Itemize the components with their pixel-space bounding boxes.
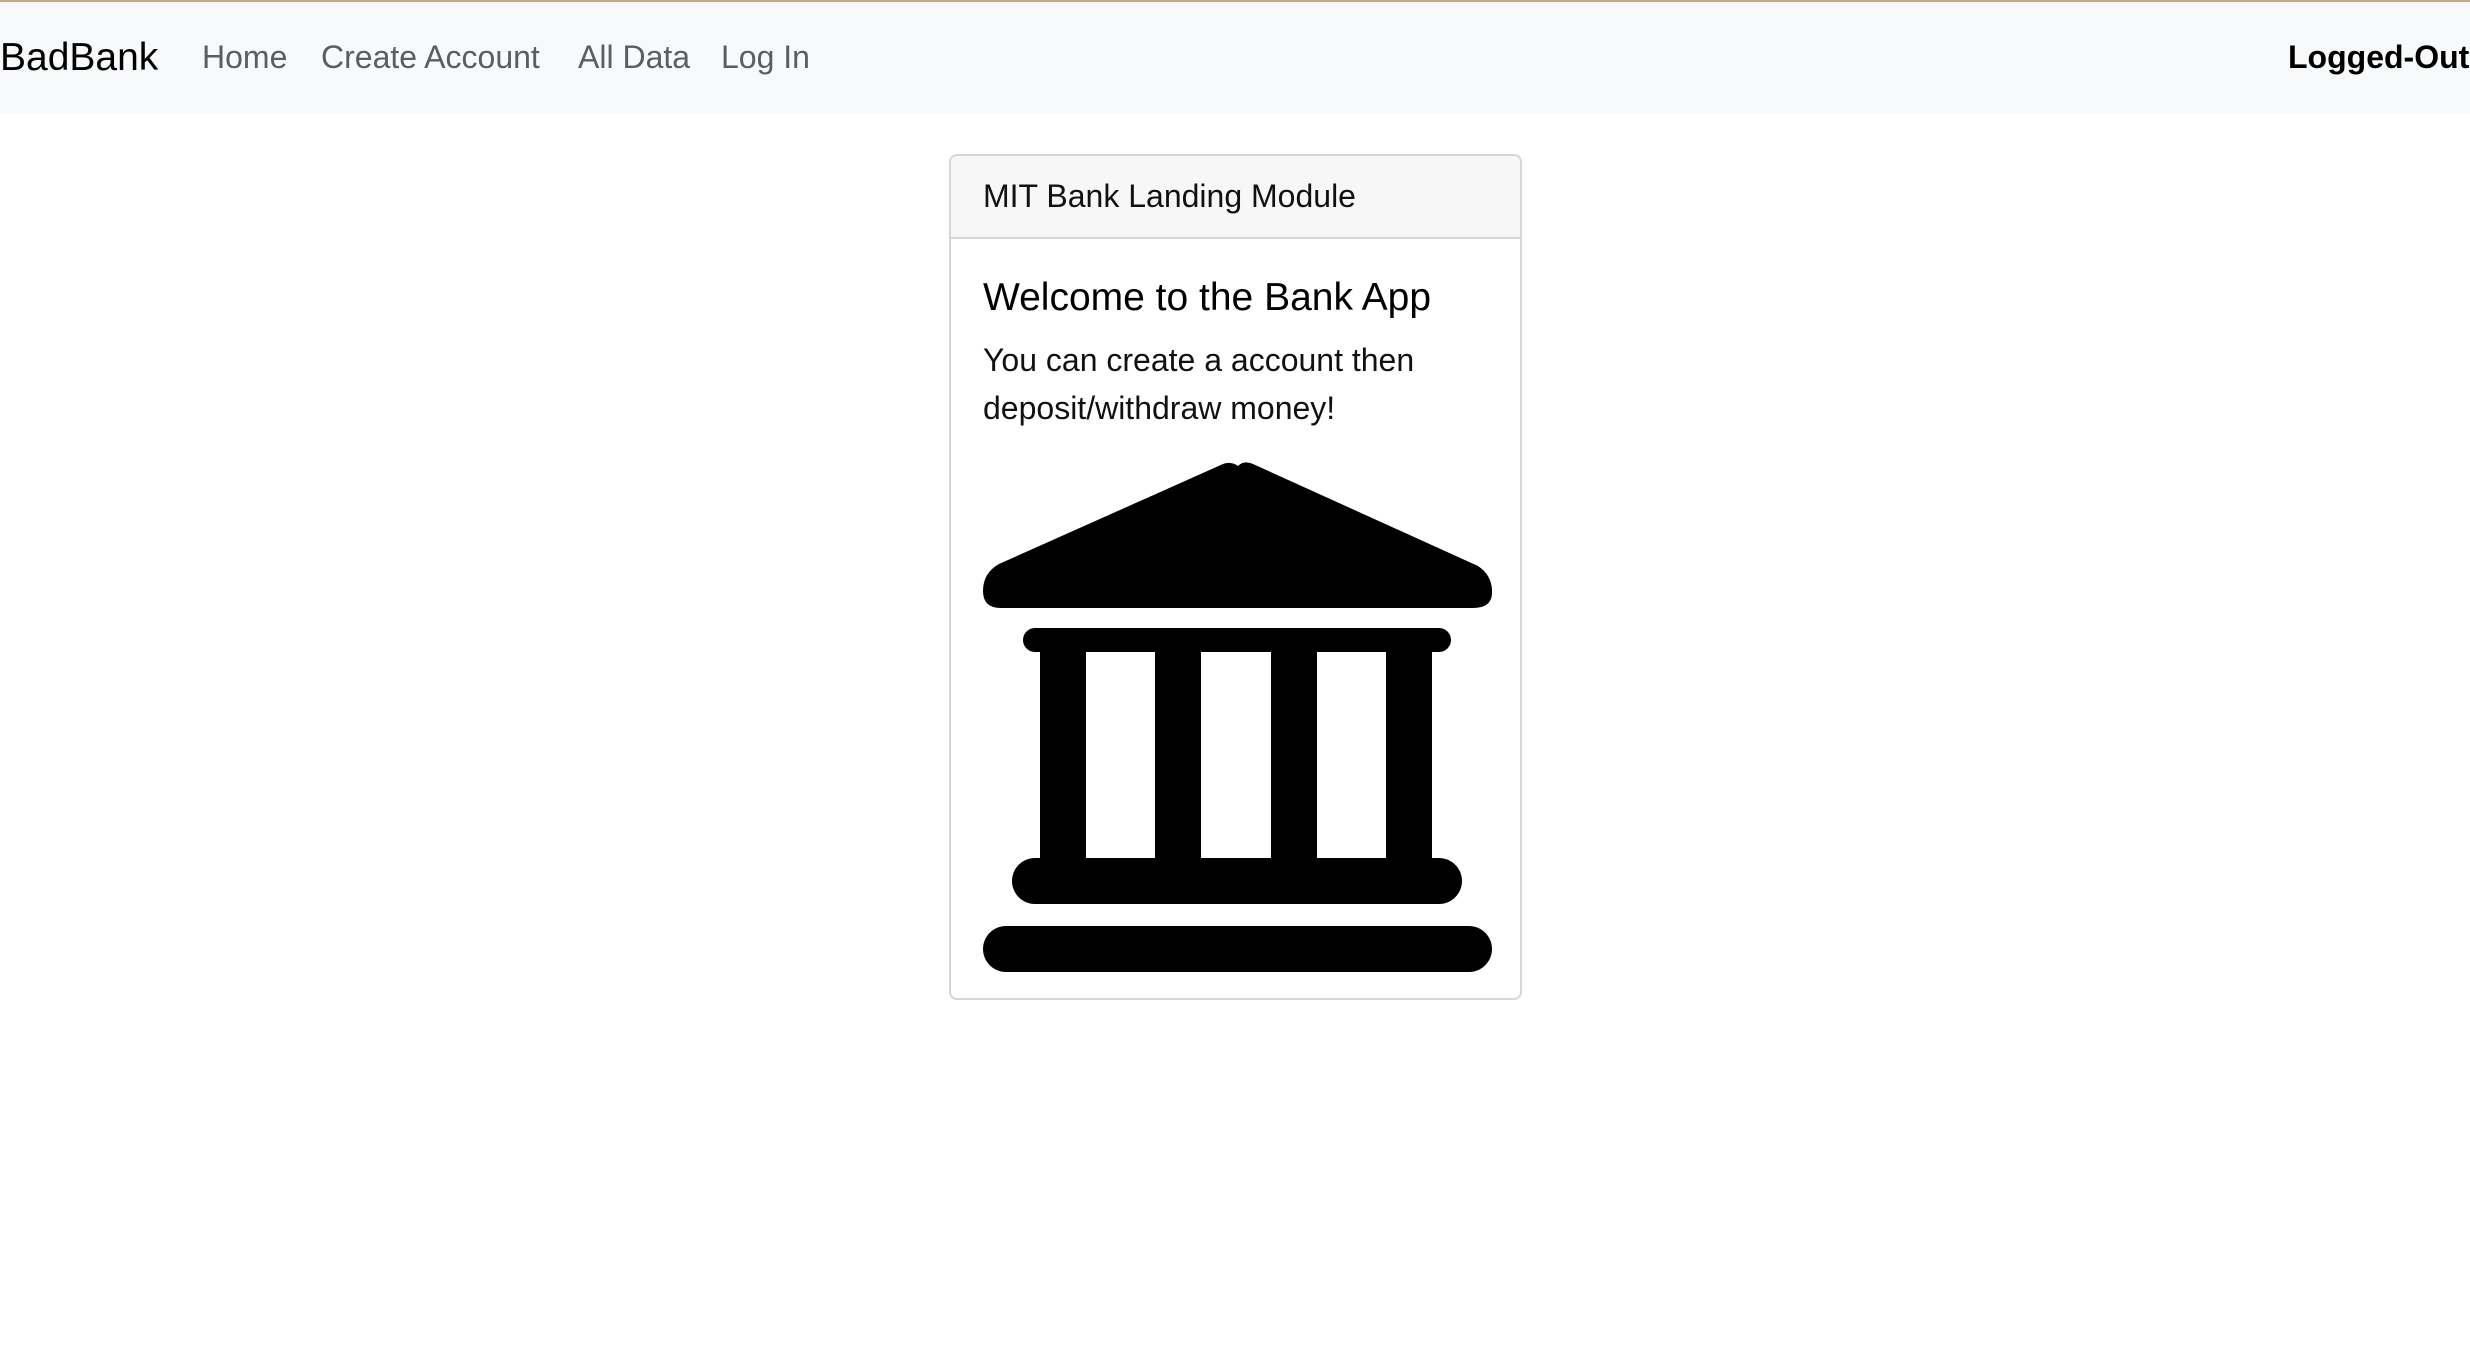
card-text: You can create a account then deposit/wi… bbox=[983, 341, 1415, 426]
brand-link[interactable]: BadBank bbox=[0, 2, 158, 113]
bank-building-icon bbox=[983, 462, 1492, 972]
card-title: Welcome to the Bank App bbox=[983, 276, 1432, 319]
nav-create-account[interactable]: Create Account bbox=[321, 2, 540, 113]
nav-log-in[interactable]: Log In bbox=[721, 2, 810, 113]
card-body: Welcome to the Bank App You can create a… bbox=[951, 239, 1520, 432]
nav-home[interactable]: Home bbox=[202, 2, 287, 113]
landing-card: MIT Bank Landing Module Welcome to the B… bbox=[949, 154, 1522, 1000]
card-header: MIT Bank Landing Module bbox=[951, 156, 1520, 239]
navbar: BadBank Home Create Account All Data Log… bbox=[0, 2, 2470, 113]
login-status: Logged-Out bbox=[2288, 39, 2470, 75]
nav-all-data[interactable]: All Data bbox=[578, 2, 690, 113]
